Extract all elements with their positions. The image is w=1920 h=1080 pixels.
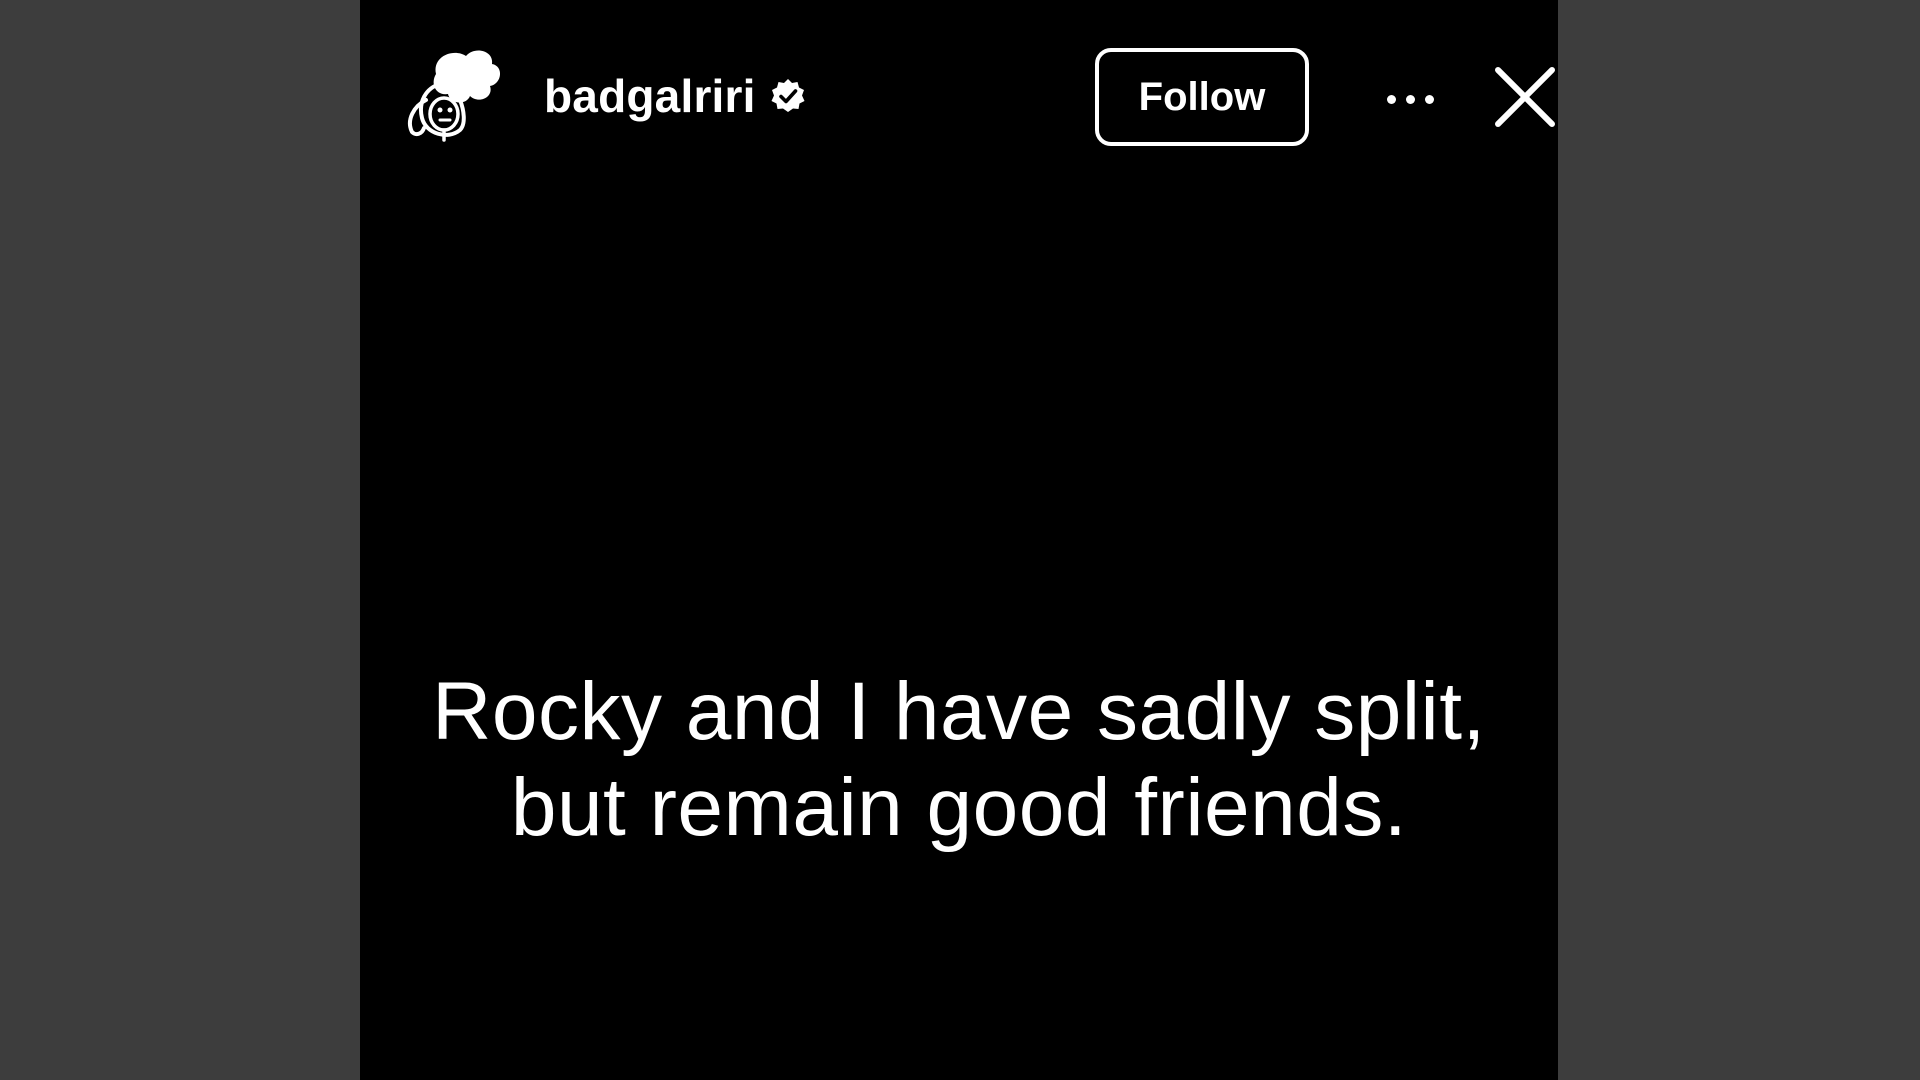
more-dot — [1424, 94, 1434, 104]
more-options-icon[interactable] — [1372, 74, 1448, 124]
account-name-link[interactable]: badgalriri — [544, 68, 806, 124]
verified-badge-icon — [770, 78, 806, 114]
more-dot — [1405, 94, 1415, 104]
caption-line-2: but remain good friends. — [510, 762, 1408, 853]
close-icon[interactable] — [1490, 62, 1558, 138]
avatar[interactable] — [396, 44, 508, 144]
story-header: badgalriri Follow — [360, 0, 1558, 200]
more-dot — [1386, 94, 1396, 104]
story-viewer-backdrop: badgalriri Follow Rocky and I have sadly… — [0, 0, 1920, 1080]
story-caption-text: Rocky and I have sadly split, but remain… — [360, 664, 1558, 856]
cartoon-avatar-icon — [396, 44, 508, 144]
caption-line-1: Rocky and I have sadly split, — [432, 666, 1486, 757]
story-panel[interactable]: badgalriri Follow Rocky and I have sadly… — [360, 0, 1558, 1080]
username: badgalriri — [544, 70, 756, 122]
follow-button[interactable]: Follow — [1095, 48, 1309, 146]
